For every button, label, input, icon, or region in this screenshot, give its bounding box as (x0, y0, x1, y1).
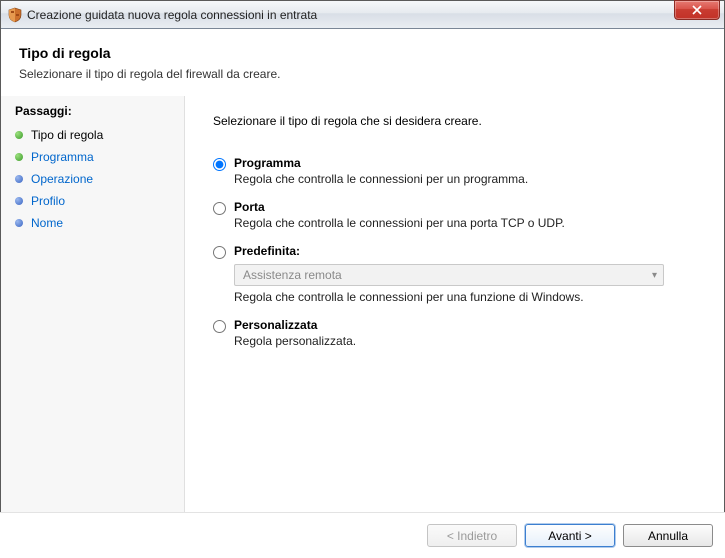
step-label: Tipo di regola (31, 128, 103, 142)
step-bullet-icon (15, 175, 23, 183)
option-desc: Regola che controlla le connessioni per … (234, 216, 696, 230)
firewall-shield-icon (7, 7, 23, 23)
combo-value: Assistenza remota (243, 268, 342, 282)
wizard-body: Passaggi: Tipo di regola Programma Opera… (1, 96, 724, 558)
steps-title: Passaggi: (1, 104, 184, 124)
step-bullet-icon (15, 197, 23, 205)
radio-predefinita[interactable] (213, 246, 226, 259)
step-bullet-icon (15, 219, 23, 227)
option-predefinita[interactable]: Predefinita: Assistenza remota ▾ Regola … (213, 244, 696, 304)
cancel-button[interactable]: Annulla (623, 524, 713, 547)
back-button[interactable]: < Indietro (427, 524, 517, 547)
step-bullet-icon (15, 153, 23, 161)
rule-type-options: Programma Regola che controlla le connes… (213, 156, 696, 526)
intro-text: Selezionare il tipo di regola che si des… (213, 114, 696, 128)
step-tipo-di-regola[interactable]: Tipo di regola (1, 124, 184, 146)
close-icon (692, 5, 702, 15)
wizard-header: Tipo di regola Selezionare il tipo di re… (1, 29, 724, 95)
step-operazione[interactable]: Operazione (1, 168, 184, 190)
option-desc: Regola personalizzata. (234, 334, 696, 348)
radio-personalizzata[interactable] (213, 320, 226, 333)
step-nome[interactable]: Nome (1, 212, 184, 234)
option-label: Porta (234, 200, 265, 214)
page-subtitle: Selezionare il tipo di regola del firewa… (19, 67, 706, 81)
radio-programma[interactable] (213, 158, 226, 171)
step-label[interactable]: Profilo (31, 194, 65, 208)
step-label[interactable]: Operazione (31, 172, 93, 186)
option-programma[interactable]: Programma Regola che controlla le connes… (213, 156, 696, 186)
titlebar: Creazione guidata nuova regola connessio… (1, 1, 724, 29)
step-programma[interactable]: Programma (1, 146, 184, 168)
steps-sidebar: Passaggi: Tipo di regola Programma Opera… (1, 96, 185, 558)
next-button[interactable]: Avanti > (525, 524, 615, 547)
step-bullet-icon (15, 131, 23, 139)
predefinita-combo: Assistenza remota ▾ (234, 264, 664, 286)
chevron-down-icon: ▾ (652, 270, 657, 281)
close-button[interactable] (674, 0, 720, 20)
wizard-main: Selezionare il tipo di regola che si des… (185, 96, 724, 558)
step-label[interactable]: Programma (31, 150, 94, 164)
wizard-footer: < Indietro Avanti > Annulla (0, 512, 725, 558)
radio-porta[interactable] (213, 202, 226, 215)
page-title: Tipo di regola (19, 45, 706, 61)
option-porta[interactable]: Porta Regola che controlla le connession… (213, 200, 696, 230)
window-title: Creazione guidata nuova regola connessio… (27, 8, 317, 22)
step-profilo[interactable]: Profilo (1, 190, 184, 212)
option-label: Personalizzata (234, 318, 317, 332)
step-label[interactable]: Nome (31, 216, 63, 230)
option-label: Programma (234, 156, 301, 170)
option-personalizzata[interactable]: Personalizzata Regola personalizzata. (213, 318, 696, 348)
option-desc: Regola che controlla le connessioni per … (234, 172, 696, 186)
option-desc: Regola che controlla le connessioni per … (234, 290, 696, 304)
option-label: Predefinita: (234, 244, 300, 258)
